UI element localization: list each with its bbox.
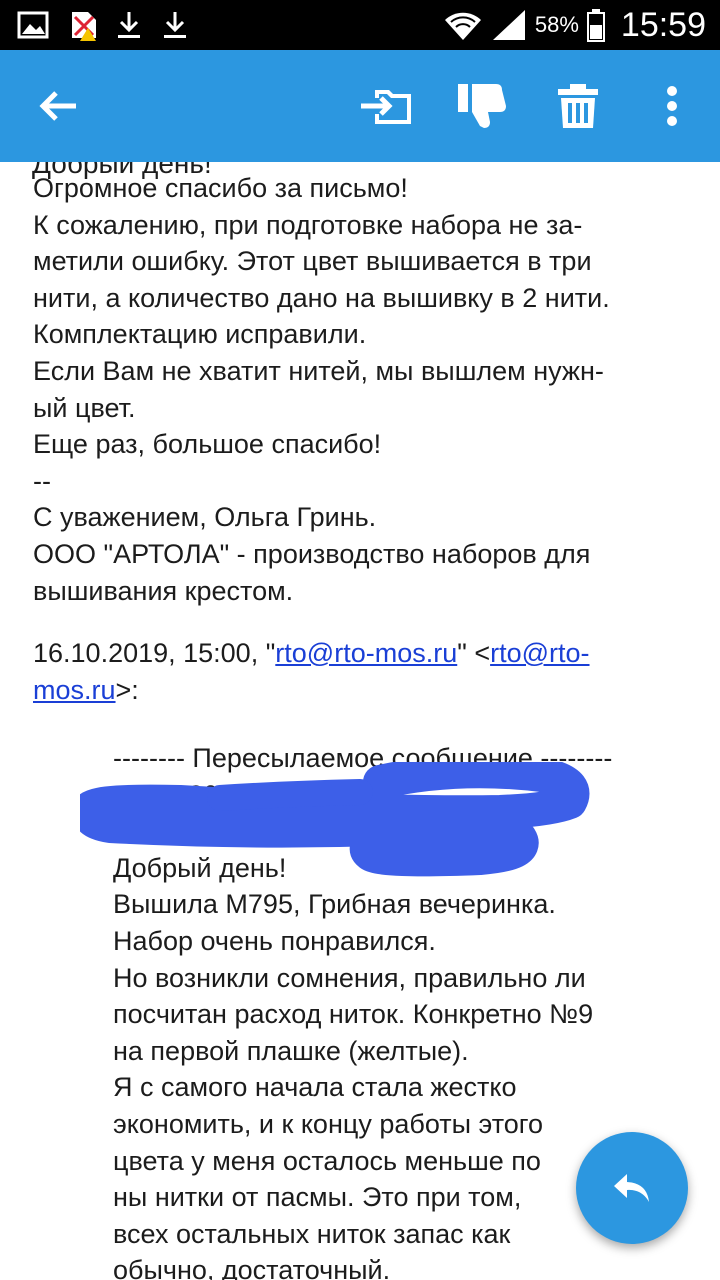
text-line: посчитан расход ниток. Конкретно №9 [113, 999, 594, 1030]
text-line: К сожалению, при подготовке набора не за… [33, 209, 583, 240]
wifi-icon [444, 12, 481, 41]
battery-icon [586, 9, 605, 42]
move-to-folder-button[interactable] [346, 50, 426, 162]
text-line: на первой плашке (желтые). [113, 1035, 469, 1066]
text-line: Огромное спасибо за письмо! [33, 173, 408, 203]
more-options-button[interactable] [634, 50, 710, 162]
text-line: Я с самого начала стала жестко [113, 1072, 517, 1103]
sender-address-link-cont[interactable]: mos.ru [33, 675, 116, 705]
spam-button[interactable] [442, 50, 522, 162]
text-line: Комплектацию исправили. [33, 319, 367, 350]
battery-level: 58% [534, 12, 579, 37]
toolbar [0, 50, 720, 162]
text-line: цвета у меня осталось меньше по [113, 1145, 541, 1176]
text-line: ый цвет. [33, 392, 136, 423]
text-line: Вышила М795, Грибная вечеринка. [113, 889, 556, 920]
signal-icon [492, 10, 525, 40]
text-line: -- [33, 465, 51, 496]
text-line: Набор очень понравился. [113, 925, 436, 956]
reply-header-suffix: >: [115, 674, 139, 705]
download-icon [164, 12, 186, 38]
back-button[interactable] [18, 50, 98, 162]
download-icon [118, 12, 140, 38]
sim-warning-icon [72, 12, 96, 41]
text-line: Еще раз, большое спасибо! [33, 429, 382, 460]
reply-button[interactable] [576, 1132, 688, 1244]
sender-address-link[interactable]: rto@rto- [490, 638, 589, 668]
reply-text: Огромное спасибо за письмо! К сожалению,… [33, 170, 610, 609]
text-line: вышивания крестом. [33, 575, 294, 606]
text-line: экономить, и к концу работы этого [113, 1108, 544, 1139]
trash-icon [558, 84, 598, 128]
text-line: Но возникли сомнения, правильно ли [113, 962, 586, 993]
thumbs-down-icon [458, 84, 506, 128]
text-line: нити, а количество дано на вышивку в 2 н… [33, 282, 610, 313]
text-line: метили ошибку. Этот цвет вышивается в тр… [33, 246, 592, 277]
text-line: обычно, достаточный. [113, 1255, 391, 1280]
text-line: С уважением, Ольга Гринь. [33, 502, 377, 533]
delete-button[interactable] [538, 50, 618, 162]
status-bar: 58% 15:59 [0, 0, 720, 50]
reply-header-date: 16.10.2019, 15:00, " [33, 638, 276, 668]
clock: 15:59 [620, 5, 706, 44]
reply-header-separator: " < [457, 638, 491, 668]
text-line: ООО "АРТОЛА" - производство наборов для [33, 538, 591, 569]
text-line: Если Вам не хватит нитей, мы вышлем нужн… [33, 355, 604, 386]
text-line: всех остальных ниток запас как [113, 1218, 511, 1249]
gallery-icon [17, 11, 49, 39]
text-line: ны нитки от пасмы. Это при том, [113, 1182, 522, 1213]
sender-email-link[interactable]: rto@rto-mos.ru [275, 638, 457, 668]
reply-header: 16.10.2019, 15:00, "rto@rto-mos.ru" <rto… [33, 635, 590, 708]
reply-icon [614, 1174, 649, 1202]
more-vert-icon [667, 86, 677, 126]
redaction-scribble [80, 762, 590, 877]
message-body: Добрый день! Огромное спасибо за письмо!… [0, 162, 720, 1280]
back-arrow-icon [39, 91, 76, 121]
move-to-folder-icon [361, 90, 411, 124]
